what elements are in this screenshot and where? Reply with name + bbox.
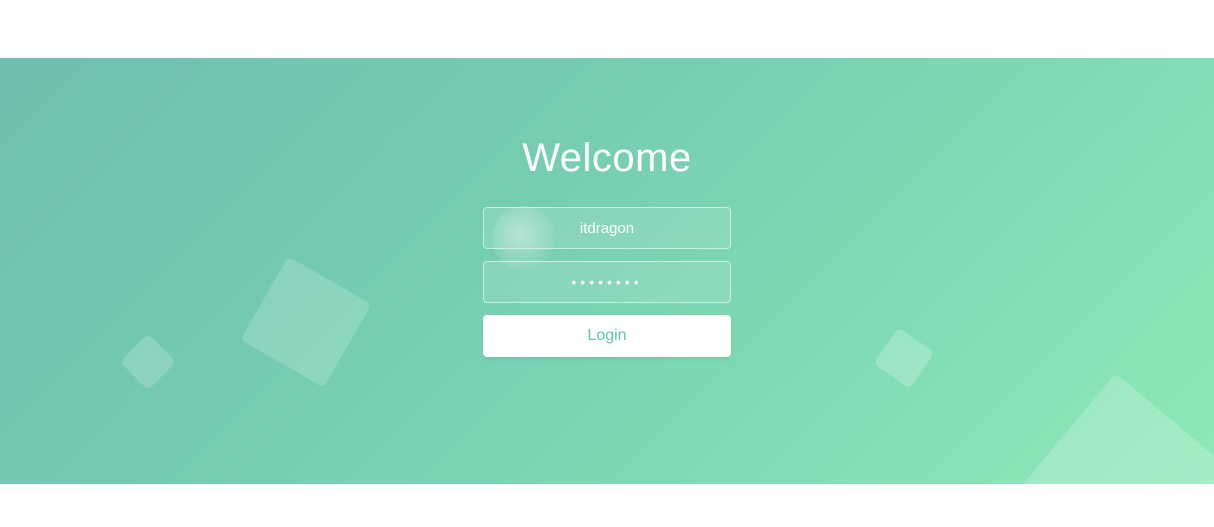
page-title: Welcome [477,136,737,181]
login-button[interactable]: Login [483,315,731,357]
decor-square-icon [1019,373,1214,484]
login-stage: Welcome Login [0,58,1214,484]
decor-square-icon [240,256,371,387]
login-panel: Welcome Login [477,136,737,357]
username-input[interactable] [483,207,731,249]
decor-square-icon [873,327,934,388]
password-input[interactable] [483,261,731,303]
decor-square-icon [120,334,177,391]
